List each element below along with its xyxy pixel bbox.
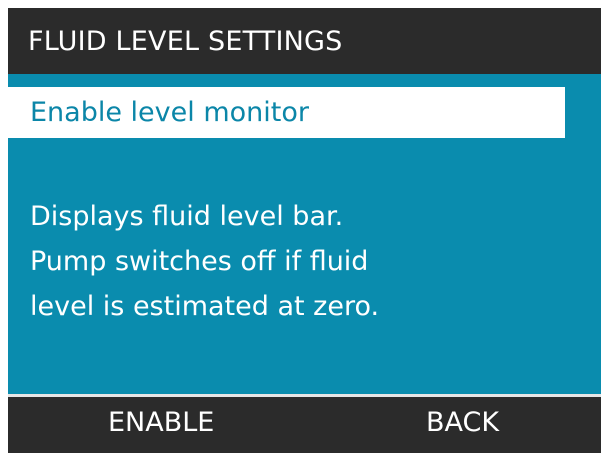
help-description: Displays fluid level bar. Pump switches … <box>30 194 570 329</box>
softkey-bar: ENABLE BACK <box>8 394 601 453</box>
menu-item-enable-level-monitor[interactable]: Enable level monitor <box>8 87 565 138</box>
back-softkey[interactable]: BACK <box>426 407 499 438</box>
title-bar: FLUID LEVEL SETTINGS <box>8 8 601 74</box>
page-title: FLUID LEVEL SETTINGS <box>28 25 343 57</box>
description-line: Pump switches off if fluid <box>30 246 369 277</box>
description-line: level is estimated at zero. <box>30 291 380 322</box>
menu-item-label: Enable level monitor <box>30 97 309 128</box>
description-line: Displays fluid level bar. <box>30 201 344 232</box>
device-screen: FLUID LEVEL SETTINGS Enable level monito… <box>8 8 601 453</box>
enable-softkey[interactable]: ENABLE <box>108 407 214 438</box>
